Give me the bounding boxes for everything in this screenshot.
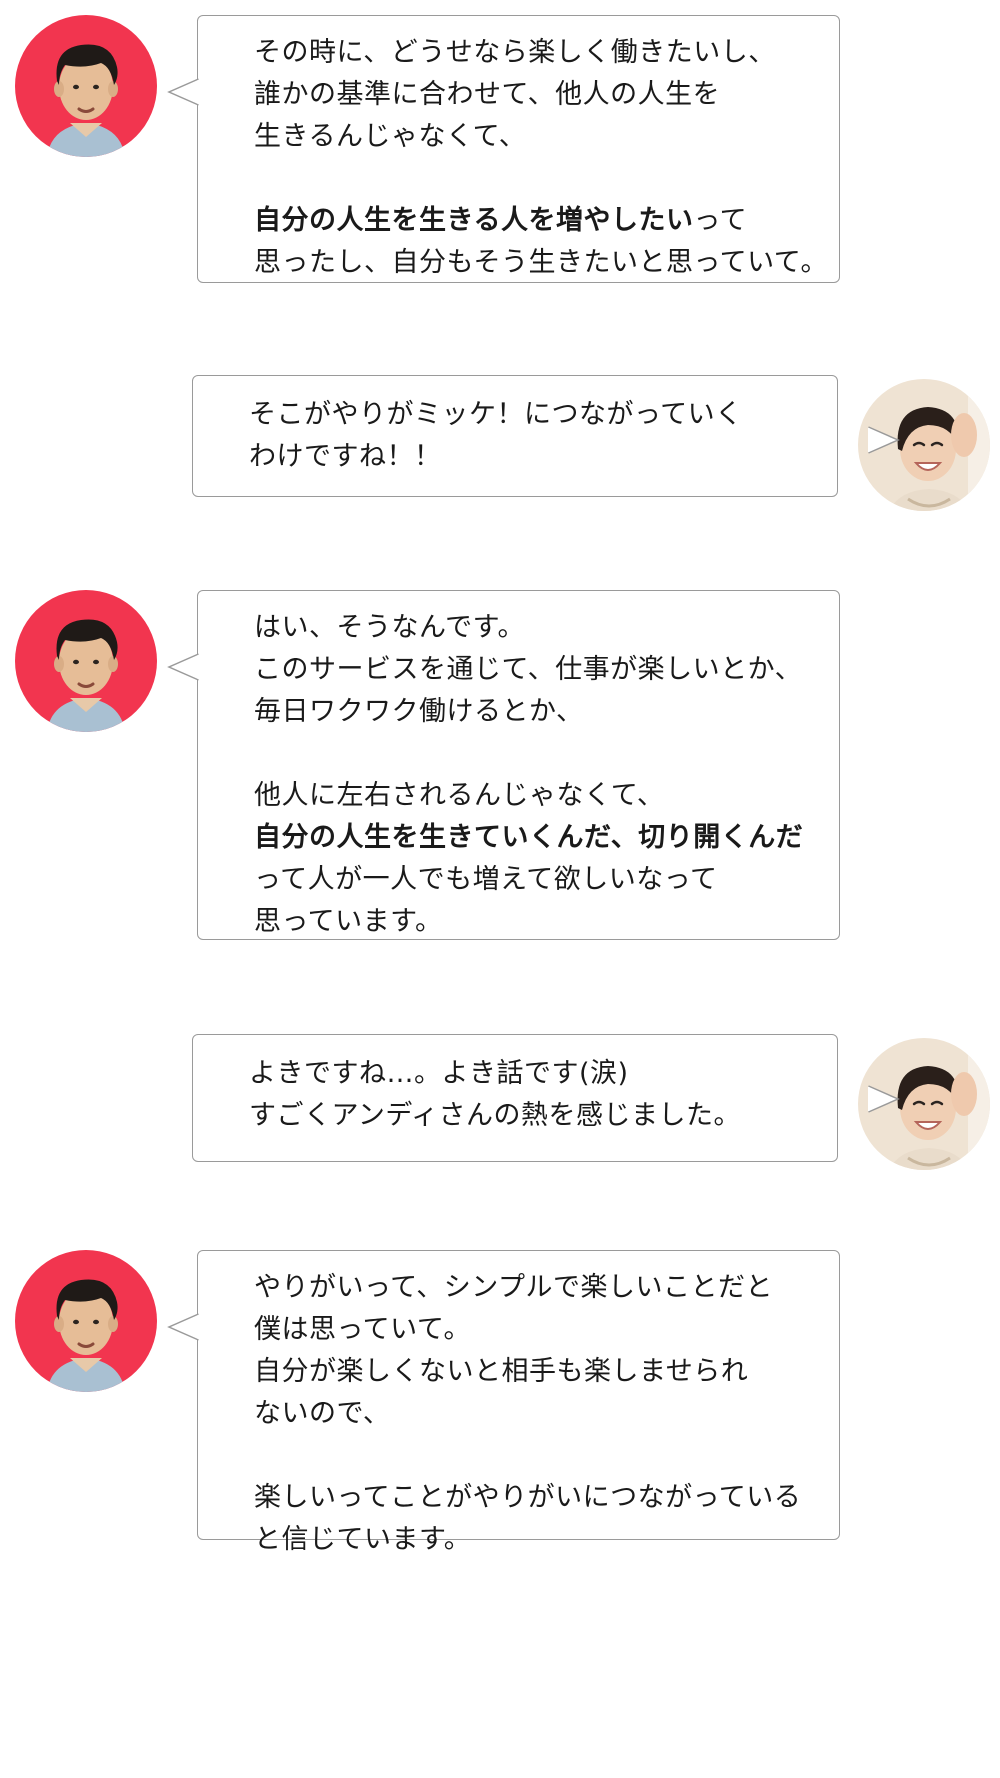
message-line [254, 733, 829, 775]
message-text: やりがいって、シンプルで楽しいことだと 僕は思っていて。自分が楽しくないと相手も楽… [254, 1251, 829, 1561]
message-line: 生きるんじゃなくて、 [254, 116, 829, 158]
plain-text: 自分が楽しくないと相手も楽しませられ [254, 1356, 749, 1387]
man-avatar-icon [15, 590, 157, 732]
plain-text: 僕は思っていて。 [254, 1314, 472, 1345]
plain-text: 思っています。 [254, 906, 443, 937]
message-line: そこがやりがミッケ！につながっていく [249, 394, 827, 436]
message-line [254, 1435, 829, 1477]
plain-text: 誰かの基準に合わせて、他人の人生を [254, 79, 721, 110]
message-line: 思ったし、自分もそう生きたいと思っていて。 [254, 242, 829, 284]
emphasis-text: 自分の人生を生きていくんだ、切り開くんだ [254, 822, 804, 853]
message-line: はい、そうなんです。 [254, 607, 829, 649]
plain-text: 生きるんじゃなくて、 [254, 121, 527, 152]
message-line: 僕は思っていて。 [254, 1309, 829, 1351]
message-line: すごくアンディさんの熱を感じました。 [249, 1095, 827, 1137]
plain-text: このサービスを通じて、仕事が楽しいとか、 [254, 654, 803, 685]
message-text: その時に、どうせなら楽しく働きたいし、 誰かの基準に合わせて、他人の人生を 生きるん… [254, 16, 829, 284]
plain-text: ないので、 [254, 1398, 391, 1429]
plain-text: わけですね！！ [249, 441, 442, 472]
message-line: 楽しいってことがやりがいにつながっている [254, 1477, 829, 1519]
message-line: 毎日ワクワク働けるとか、 [254, 691, 829, 733]
plain-text: って [693, 205, 748, 236]
plain-text: その時に、どうせなら楽しく働きたいし、 [254, 37, 776, 68]
message-line: 自分の人生を生きていくんだ、切り開くんだ [254, 817, 829, 859]
plain-text: 楽しいってことがやりがいにつながっている [254, 1482, 802, 1513]
message-line: このサービスを通じて、仕事が楽しいとか、 [254, 649, 829, 691]
message-line: って人が一人でも増えて欲しいなって [254, 859, 829, 901]
message-line: やりがいって、シンプルで楽しいことだと [254, 1267, 829, 1309]
message-text: そこがやりがミッケ！につながっていく わけですね！！ [249, 376, 827, 478]
message-line: ないので、 [254, 1393, 829, 1435]
speech-bubble: その時に、どうせなら楽しく働きたいし、 誰かの基準に合わせて、他人の人生を 生きるん… [167, 15, 840, 284]
message-line [254, 158, 829, 200]
message-line: 他人に左右されるんじゃなくて、 [254, 775, 829, 817]
man-avatar-icon [15, 1250, 157, 1392]
message-line: 思っています。 [254, 901, 829, 943]
message-line: 自分の人生を生きる人を増やしたいって [254, 200, 829, 242]
plain-text: すごくアンディさんの熱を感じました。 [249, 1100, 742, 1131]
speech-bubble: やりがいって、シンプルで楽しいことだと 僕は思っていて。自分が楽しくないと相手も楽… [167, 1250, 840, 1555]
message-line: わけですね！！ [249, 436, 827, 478]
plain-text: よきですね…。よき話です(涙) [249, 1058, 629, 1089]
plain-text: 思ったし、自分もそう生きたいと思っていて。 [254, 247, 828, 278]
speech-bubble: そこがやりがミッケ！につながっていく わけですね！！ [192, 375, 900, 497]
message-text: はい、そうなんです。このサービスを通じて、仕事が楽しいとか、 毎日ワクワク働けると… [254, 591, 829, 943]
message-text: よきですね…。よき話です(涙) すごくアンディさんの熱を感じました。 [249, 1035, 827, 1137]
plain-text: と信じています。 [254, 1524, 472, 1555]
message-line: その時に、どうせなら楽しく働きたいし、 [254, 32, 829, 74]
message-line: と信じています。 [254, 1519, 829, 1561]
message-line: よきですね…。よき話です(涙) [249, 1053, 827, 1095]
plain-text: やりがいって、シンプルで楽しいことだと [254, 1272, 773, 1303]
plain-text: って人が一人でも増えて欲しいなって [254, 864, 718, 895]
emphasis-text: 自分の人生を生きる人を増やしたい [254, 205, 694, 236]
speech-bubble: よきですね…。よき話です(涙) すごくアンディさんの熱を感じました。 [192, 1034, 900, 1162]
man-avatar-icon [15, 15, 157, 157]
speech-bubble: はい、そうなんです。このサービスを通じて、仕事が楽しいとか、 毎日ワクワク働けると… [167, 590, 840, 943]
plain-text: そこがやりがミッケ！につながっていく [249, 399, 743, 430]
message-line: 自分が楽しくないと相手も楽しませられ [254, 1351, 829, 1393]
plain-text: 毎日ワクワク働けるとか、 [254, 696, 584, 727]
plain-text: はい、そうなんです。 [254, 612, 525, 643]
message-line: 誰かの基準に合わせて、他人の人生を [254, 74, 829, 116]
plain-text: 他人に左右されるんじゃなくて、 [254, 780, 665, 811]
